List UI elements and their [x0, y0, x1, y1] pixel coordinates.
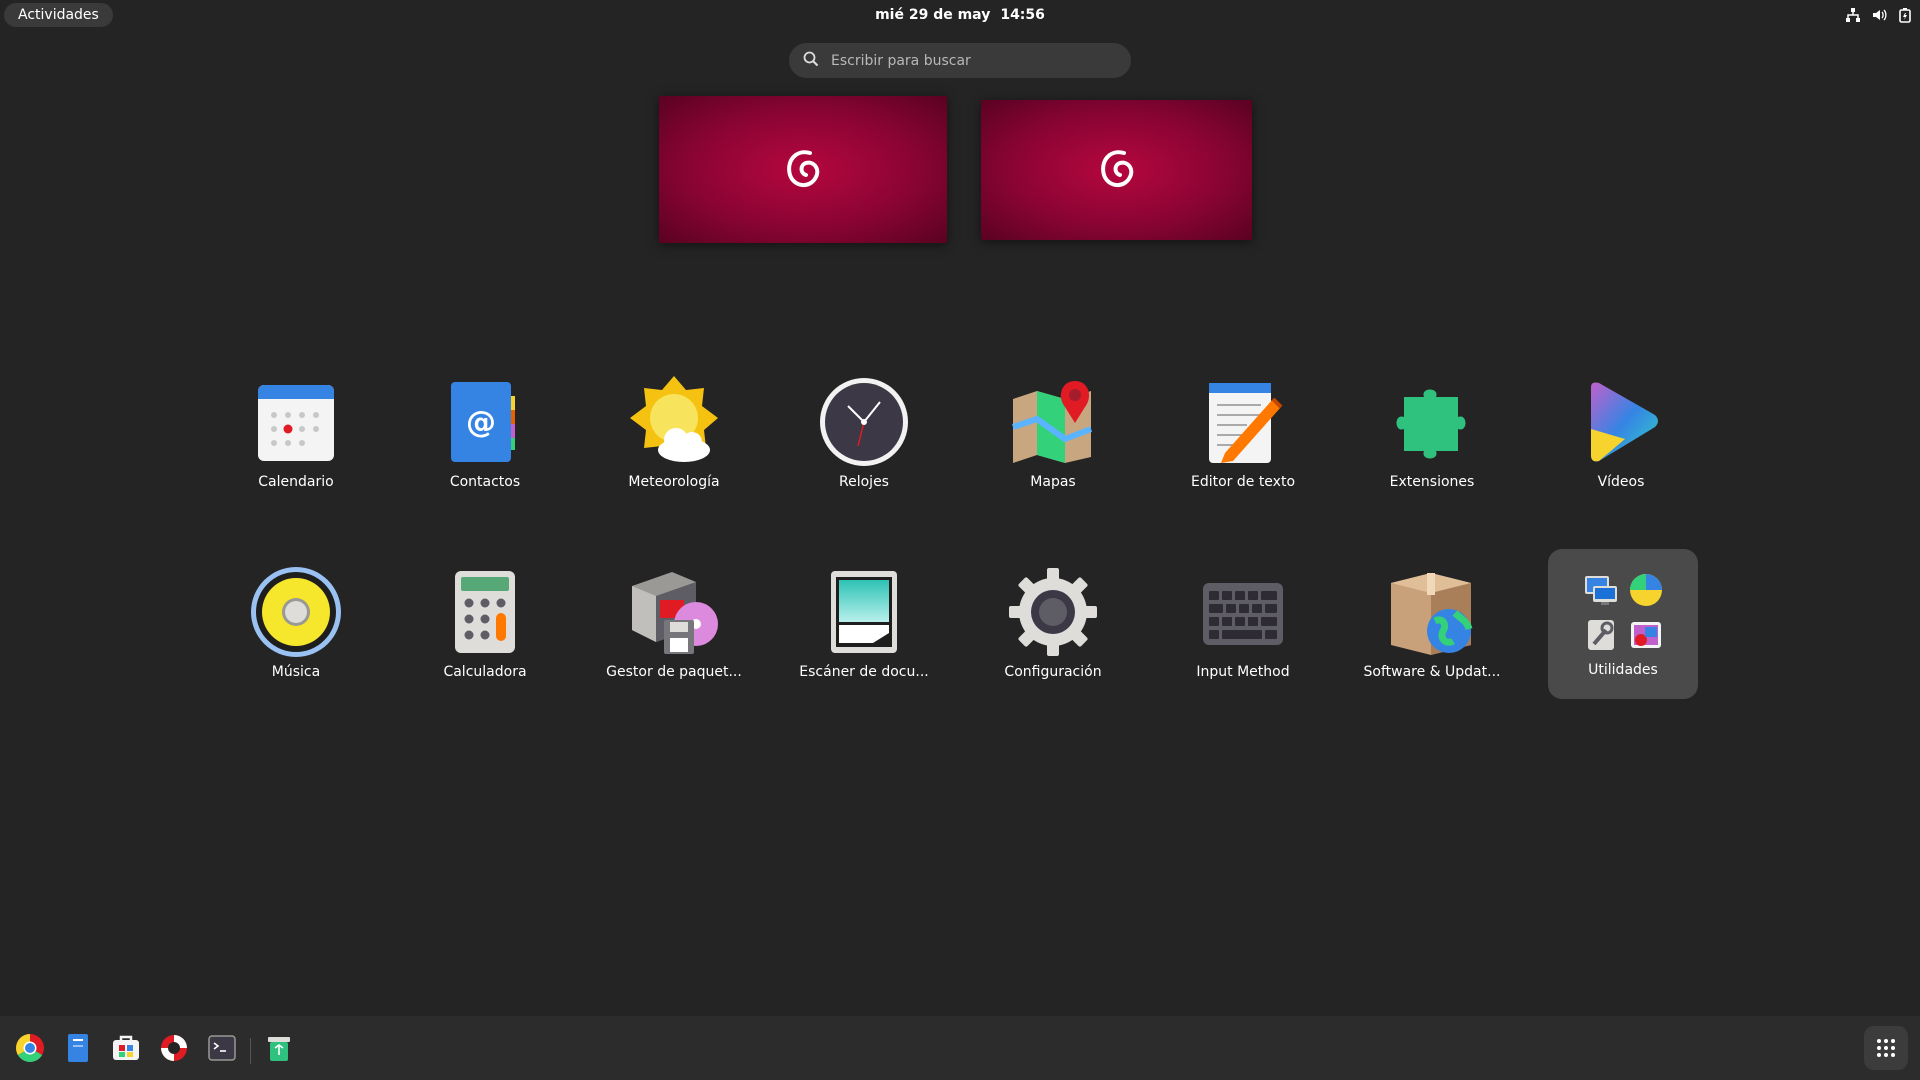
document-scanner-icon	[816, 564, 912, 660]
network-icon[interactable]	[1844, 6, 1862, 24]
calculator-icon	[437, 564, 533, 660]
app-videos[interactable]: Vídeos	[1546, 370, 1696, 520]
software-updates-icon	[1384, 564, 1480, 660]
show-apps-icon	[1877, 1039, 1895, 1057]
system-tray[interactable]	[1844, 6, 1914, 24]
app-editor-de-texto[interactable]: Editor de texto	[1168, 370, 1318, 520]
settings-icon	[1005, 564, 1101, 660]
remote-desktop-icon	[1578, 567, 1623, 612]
app-relojes[interactable]: Relojes	[789, 370, 939, 520]
app-label: Configuración	[1004, 664, 1102, 680]
software-store-icon[interactable]	[108, 1030, 144, 1066]
app-label: Calendario	[258, 474, 334, 490]
app-software-updates[interactable]: Software & Updat...	[1357, 560, 1507, 710]
folder-label: Utilidades	[1588, 662, 1658, 678]
chrome-icon[interactable]	[12, 1030, 48, 1066]
music-icon	[248, 564, 344, 660]
app-label: Editor de texto	[1190, 474, 1296, 490]
keyboard-icon	[1195, 564, 1291, 660]
files-icon[interactable]	[60, 1030, 96, 1066]
search-input[interactable]	[829, 51, 1113, 70]
app-label: Mapas	[1030, 474, 1076, 490]
app-label: Música	[271, 664, 321, 680]
app-mapas[interactable]: Mapas	[978, 370, 1128, 520]
top-bar: Actividades mié 29 de may 14:56	[0, 0, 1920, 30]
contacts-icon: @	[437, 374, 533, 470]
app-contactos[interactable]: @ Contactos	[410, 370, 560, 520]
calendar-icon	[248, 374, 344, 470]
dash-separator	[250, 1038, 251, 1064]
extensions-icon	[1384, 374, 1480, 470]
debian-swirl-icon	[787, 149, 820, 187]
search-icon	[803, 51, 819, 71]
app-input-method[interactable]: Input Method	[1168, 560, 1318, 710]
app-calculadora[interactable]: Calculadora	[410, 560, 560, 710]
folder-utilidades[interactable]: Utilidades	[1548, 549, 1698, 699]
workspace-thumbnail-2[interactable]	[981, 100, 1252, 240]
app-calendario[interactable]: Calendario	[221, 370, 371, 520]
videos-icon	[1573, 374, 1669, 470]
app-label: Meteorología	[628, 474, 720, 490]
terminal-icon[interactable]	[204, 1030, 240, 1066]
app-label: Software & Updat...	[1363, 664, 1501, 680]
search-bar[interactable]	[789, 43, 1131, 78]
app-escaner-de-documentos[interactable]: Escáner de docu...	[789, 560, 939, 710]
app-musica[interactable]: Música	[221, 560, 371, 710]
app-meteorologia[interactable]: Meteorología	[599, 370, 749, 520]
workspace-thumbnail-1[interactable]	[659, 96, 947, 243]
app-configuracion[interactable]: Configuración	[978, 560, 1128, 710]
trash-icon[interactable]	[261, 1030, 297, 1066]
help-icon[interactable]	[156, 1030, 192, 1066]
weather-icon	[626, 374, 722, 470]
app-extensiones[interactable]: Extensiones	[1357, 370, 1507, 520]
clock-icon	[816, 374, 912, 470]
debian-swirl-icon	[1100, 150, 1133, 187]
app-label: Gestor de paquet...	[606, 664, 742, 680]
package-manager-icon	[626, 564, 722, 660]
show-apps-button[interactable]	[1864, 1026, 1908, 1070]
photos-icon	[1623, 612, 1668, 657]
app-label: Relojes	[839, 474, 889, 490]
date-time-button[interactable]: mié 29 de may 14:56	[0, 0, 1920, 30]
text-editor-icon	[1195, 374, 1291, 470]
app-label: Contactos	[449, 474, 521, 490]
disk-usage-icon	[1623, 567, 1668, 612]
battery-icon[interactable]	[1896, 6, 1914, 24]
app-label: Escáner de docu...	[799, 664, 929, 680]
date-label: mié 29 de may	[875, 7, 991, 23]
system-tools-icon	[1578, 612, 1623, 657]
app-label: Input Method	[1196, 664, 1290, 680]
dash	[0, 1016, 1920, 1080]
svg-text:@: @	[466, 405, 496, 440]
app-label: Extensiones	[1389, 474, 1475, 490]
time-label: 14:56	[1000, 7, 1045, 23]
app-gestor-de-paquetes[interactable]: Gestor de paquet...	[599, 560, 749, 710]
volume-icon[interactable]	[1870, 6, 1888, 24]
maps-icon	[1005, 374, 1101, 470]
app-label: Vídeos	[1597, 474, 1645, 490]
app-label: Calculadora	[443, 664, 527, 680]
